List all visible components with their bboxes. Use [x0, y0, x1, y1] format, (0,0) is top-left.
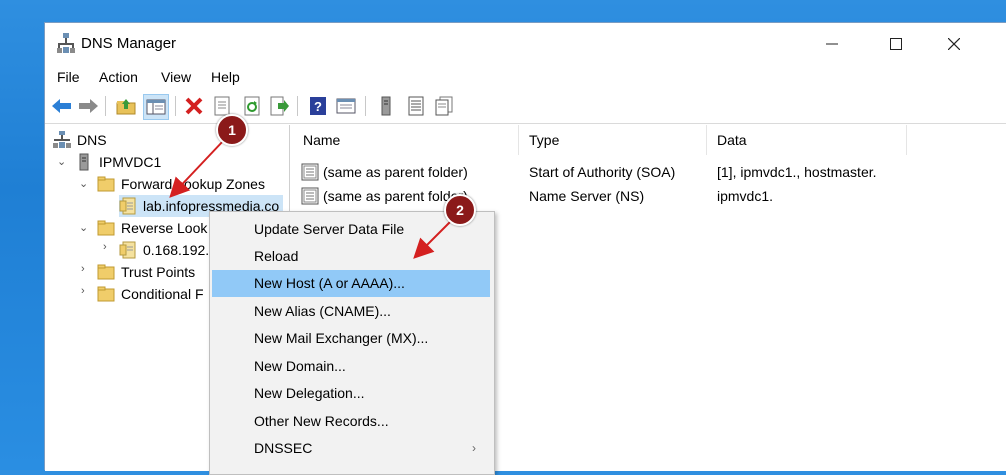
refresh-button[interactable]: [241, 95, 263, 117]
server-icon: [381, 96, 391, 116]
context-menu: Update Server Data File Reload New Host …: [209, 211, 495, 475]
svg-text:?: ?: [314, 99, 322, 114]
table-row[interactable]: (same as parent folder) Name Server (NS)…: [301, 185, 921, 209]
show-hide-tree-button[interactable]: [143, 94, 169, 120]
tree-item-server[interactable]: IPMVDC1: [75, 151, 161, 173]
column-header-type[interactable]: Type: [519, 125, 707, 155]
zone-icon: [119, 241, 136, 259]
menu-item-new-host[interactable]: New Host (A or AAAA)...: [212, 270, 490, 297]
folder-icon: [97, 286, 115, 302]
toolbar: ?: [45, 89, 1006, 124]
list-view-button[interactable]: [405, 95, 427, 117]
tree-label: Forward Lookup Zones: [121, 176, 265, 192]
cell-type: Start of Authority (SOA): [529, 164, 676, 180]
toolbar-separator: [365, 96, 366, 116]
help-button[interactable]: ?: [307, 95, 329, 117]
toolbar-separator: [297, 96, 298, 116]
show-hide-tree-icon: [146, 99, 166, 115]
dns-manager-window: DNS Manager File Action View Help ? DNS …: [44, 22, 1006, 471]
menu-item-new-alias[interactable]: New Alias (CNAME)...: [212, 298, 490, 325]
chevron-right-icon[interactable]: ›: [81, 263, 91, 275]
back-arrow-icon: [52, 99, 71, 113]
tree-item-trust-points[interactable]: Trust Points: [97, 261, 195, 283]
menu-item-dnssec[interactable]: DNSSEC ›: [212, 435, 490, 462]
chevron-down-icon[interactable]: ⌄: [57, 155, 67, 168]
maximize-button[interactable]: [867, 23, 925, 65]
tree-item-conditional-forwarders[interactable]: Conditional F: [97, 283, 204, 305]
table-row[interactable]: (same as parent folder) Start of Authori…: [301, 161, 921, 185]
tree-label: Conditional F: [121, 286, 204, 302]
console-icon: [336, 98, 356, 114]
submenu-arrow-icon: ›: [472, 441, 476, 455]
server-icon: [79, 153, 89, 171]
export-list-button[interactable]: [269, 95, 291, 117]
menu-item-reload[interactable]: Reload: [212, 243, 490, 270]
cell-name: (same as parent folder): [323, 164, 468, 180]
menu-action[interactable]: Action: [99, 69, 138, 85]
folder-icon: [97, 220, 115, 236]
export-icon: [270, 96, 289, 116]
cell-type: Name Server (NS): [529, 188, 645, 204]
callout-badge-1: 1: [216, 114, 248, 146]
menu-item-new-mail-exchanger[interactable]: New Mail Exchanger (MX)...: [212, 325, 490, 352]
menu-item-other-new-records[interactable]: Other New Records...: [212, 408, 490, 435]
dns-app-icon: [57, 33, 75, 53]
callout-badge-2: 2: [444, 194, 476, 226]
back-button[interactable]: [51, 95, 73, 117]
tree-label: IPMVDC1: [99, 154, 162, 170]
zone-icon: [119, 197, 136, 215]
toolbar-separator: [175, 96, 176, 116]
column-header-name[interactable]: Name: [293, 125, 519, 155]
chevron-right-icon[interactable]: ›: [103, 241, 113, 253]
minimize-button[interactable]: [803, 23, 861, 65]
records-icon: [435, 96, 453, 116]
refresh-icon: [244, 96, 260, 116]
delete-button[interactable]: [183, 95, 205, 117]
maximize-icon: [890, 38, 902, 50]
list-icon: [408, 96, 424, 116]
tree-label: DNS: [77, 132, 107, 148]
help-icon: ?: [310, 97, 326, 115]
toolbar-separator: [105, 96, 106, 116]
records-button[interactable]: [433, 95, 455, 117]
close-button[interactable]: [925, 23, 983, 65]
properties-icon: [214, 96, 230, 116]
chevron-down-icon[interactable]: ⌄: [79, 177, 89, 190]
column-header-data[interactable]: Data: [707, 125, 907, 155]
close-icon: [948, 38, 960, 50]
title-bar: DNS Manager: [45, 23, 1006, 65]
up-folder-icon: [116, 99, 136, 115]
folder-icon: [97, 264, 115, 280]
menu-view[interactable]: View: [161, 69, 191, 85]
folder-icon: [97, 176, 115, 192]
menu-file[interactable]: File: [57, 69, 80, 85]
server-button[interactable]: [375, 95, 397, 117]
chevron-down-icon[interactable]: ⌄: [79, 221, 89, 234]
tree-item-reverse-lookup-zones[interactable]: Reverse Look: [97, 217, 207, 239]
menu-item-dnssec-label: DNSSEC: [254, 440, 313, 456]
tree-label: Reverse Look: [121, 220, 208, 236]
tree-label: Trust Points: [121, 264, 196, 280]
menu-item-new-delegation[interactable]: New Delegation...: [212, 380, 490, 407]
forward-button[interactable]: [77, 95, 99, 117]
forward-arrow-icon: [79, 99, 98, 113]
delete-icon: [185, 97, 203, 115]
record-icon: [301, 187, 319, 205]
tree-item-reverse-zone[interactable]: 0.168.192.: [119, 239, 209, 261]
chevron-right-icon[interactable]: ›: [81, 285, 91, 297]
dns-root-icon: [53, 131, 71, 148]
cell-data: ipmvdc1.: [717, 188, 774, 204]
tree-label: 0.168.192.: [143, 242, 210, 258]
window-title: DNS Manager: [81, 35, 177, 52]
minimize-icon: [826, 43, 838, 45]
menu-item-new-domain[interactable]: New Domain...: [212, 353, 490, 380]
record-icon: [301, 163, 319, 181]
menu-help[interactable]: Help: [211, 69, 240, 85]
tree-item-forward-lookup-zones[interactable]: Forward Lookup Zones: [97, 173, 265, 195]
menu-bar: File Action View Help: [45, 65, 1006, 89]
up-level-button[interactable]: [115, 95, 137, 117]
console-button[interactable]: [335, 95, 357, 117]
tree-item-dns[interactable]: DNS: [53, 129, 107, 151]
cell-data: [1], ipmvdc1., hostmaster.: [717, 164, 877, 180]
